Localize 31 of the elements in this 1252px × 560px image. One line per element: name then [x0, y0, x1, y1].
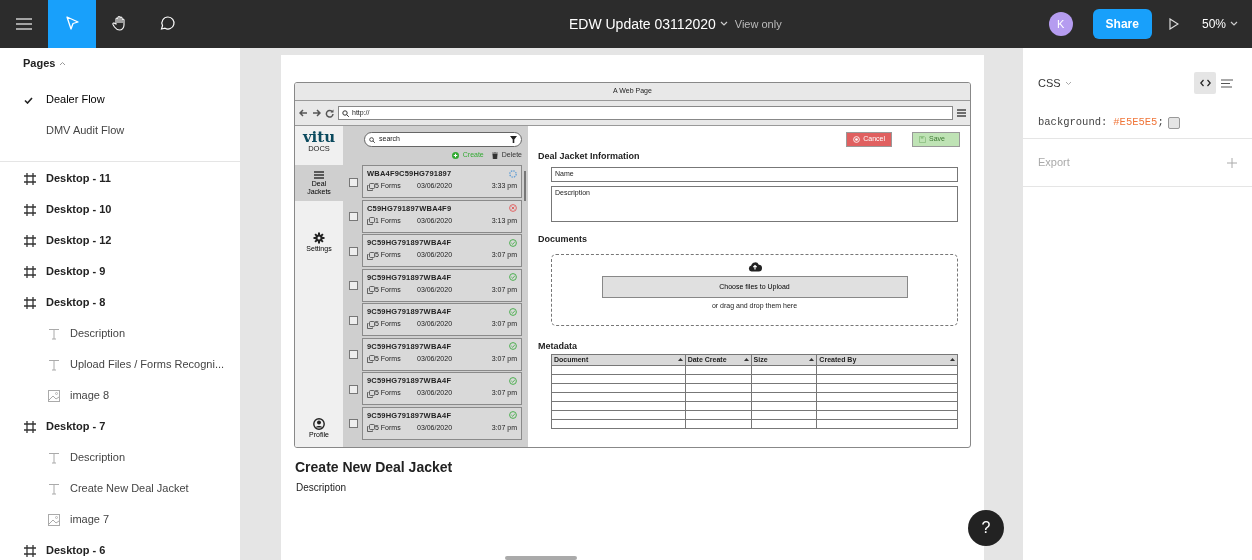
css-value: #E5E5E5	[1113, 115, 1158, 131]
layer-item[interactable]: Upload Files / Forms Recogni...	[0, 349, 240, 380]
view-mode-label: View only	[734, 16, 782, 32]
layer-item[interactable]: Description	[0, 442, 240, 473]
section-heading: Documents	[538, 232, 588, 246]
css-dropdown[interactable]: CSS	[1038, 74, 1072, 92]
layer-item[interactable]: Desktop - 8	[0, 287, 240, 318]
layer-item[interactable]: Desktop - 11	[0, 163, 240, 194]
pages-heading: Pages	[23, 55, 56, 71]
layer-item[interactable]: Desktop - 7	[0, 411, 240, 442]
css-semicolon: ;	[1157, 115, 1164, 131]
layer-item[interactable]: Desktop - 12	[0, 225, 240, 256]
layer-item[interactable]: image 8	[0, 380, 240, 411]
page-item[interactable]: DMV Audit Flow	[0, 115, 240, 146]
layer-item[interactable]: Desktop - 9	[0, 256, 240, 287]
layer-item[interactable]: Desktop - 10	[0, 194, 240, 225]
frame-description: Description	[296, 481, 348, 495]
css-property: background:	[1038, 115, 1108, 131]
layer-item[interactable]: image 7	[0, 504, 240, 535]
zoom-dropdown[interactable]: 50%	[1195, 14, 1244, 34]
page-item[interactable]: Dealer Flow	[0, 84, 240, 115]
export-label: Export	[1038, 155, 1070, 171]
layer-item[interactable]: Create New Deal Jacket	[0, 473, 240, 504]
layer-item[interactable]: Desktop - 6	[0, 535, 240, 560]
help-button[interactable]: ?	[968, 510, 1004, 546]
frame-heading: Create New Deal Jacket	[295, 458, 454, 477]
section-heading: Deal Jacket Information	[538, 150, 641, 163]
section-heading: Metadata	[538, 340, 578, 353]
logo-text: vitu	[302, 130, 336, 145]
file-title: EDW Update 03112020	[568, 14, 716, 34]
layer-item[interactable]: Description	[0, 318, 240, 349]
